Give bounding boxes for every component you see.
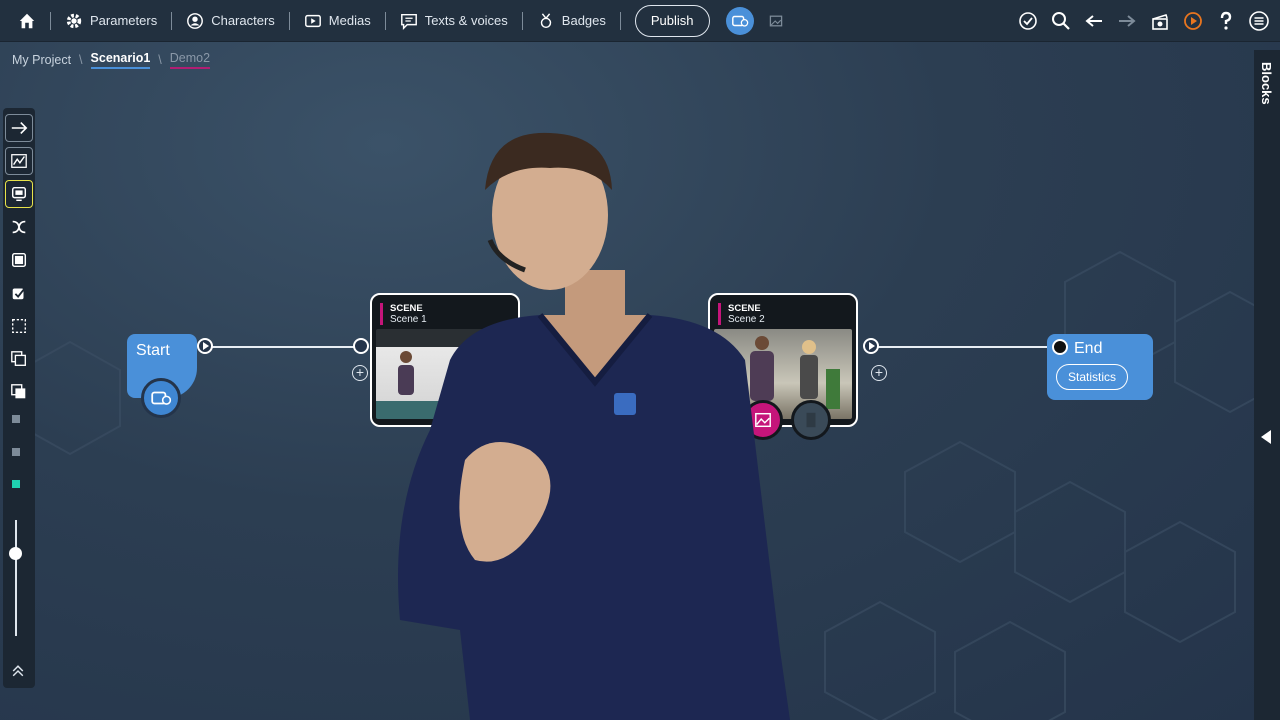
scene1-add-connector[interactable]: + [352, 365, 368, 381]
clapperboard-button[interactable] [1149, 10, 1171, 32]
variable-icon [12, 220, 26, 233]
character-icon [187, 12, 204, 29]
end-input-port[interactable] [1052, 339, 1068, 355]
zoom-slider-handle[interactable] [9, 547, 22, 560]
zoom-slider-track[interactable] [15, 520, 17, 636]
connection-wire [870, 346, 1060, 348]
route-icon [11, 121, 28, 134]
redo-button[interactable] [1116, 10, 1138, 32]
start-node-badge[interactable] [141, 378, 181, 418]
nav-medias-label: Medias [328, 13, 371, 28]
check-circle-icon [1019, 12, 1037, 30]
tool-variable[interactable] [5, 213, 33, 241]
start-node[interactable]: Start [127, 334, 197, 418]
breadcrumb-scenario[interactable]: Scenario1 [90, 51, 151, 69]
tool-chart[interactable] [5, 146, 33, 175]
start-output-port[interactable] [197, 338, 213, 354]
menu-button[interactable] [1248, 10, 1270, 32]
expand-panel-arrow-icon[interactable] [1261, 430, 1271, 444]
play-button[interactable] [1182, 10, 1204, 32]
connection-wire [205, 346, 365, 348]
home-icon [19, 13, 35, 28]
breadcrumb-subscenario[interactable]: Demo2 [169, 51, 211, 69]
tool-paste[interactable] [5, 378, 33, 406]
breadcrumb-separator: \ [158, 53, 162, 67]
search-icon [1052, 12, 1070, 30]
double-chevron-up-icon [12, 665, 24, 677]
tool-navigate[interactable] [5, 113, 33, 142]
texts-icon [400, 13, 417, 30]
play-circle-icon [1184, 12, 1202, 30]
zoom-level-marker [12, 415, 20, 423]
arrow-right-icon [1119, 15, 1136, 27]
line-chart-icon [11, 153, 27, 168]
selection-icon [12, 318, 26, 333]
undo-button[interactable] [1083, 10, 1105, 32]
end-node-label: End [1074, 340, 1103, 357]
nav-badges-label: Badges [561, 13, 606, 28]
tool-select[interactable] [5, 312, 33, 340]
breadcrumb: My Project \ Scenario1 \ Demo2 [12, 51, 211, 69]
tool-check[interactable] [5, 279, 33, 307]
nav-characters[interactable]: Characters [172, 0, 289, 42]
home-button[interactable] [0, 0, 50, 42]
paste-icon [11, 383, 26, 398]
top-right-toolbar [1017, 0, 1270, 42]
scenario-icon [151, 391, 172, 405]
nav-texts-voices-label: Texts & voices [424, 13, 508, 28]
image-icon [769, 15, 782, 26]
frame-icon [11, 252, 27, 267]
tool-scene[interactable] [5, 179, 33, 208]
presenter-avatar [398, 132, 790, 720]
help-button[interactable] [1215, 10, 1237, 32]
scene2-output-port[interactable] [863, 338, 879, 354]
publish-button[interactable]: Publish [634, 4, 710, 37]
question-mark-icon [1220, 11, 1232, 30]
scenario-icon [731, 15, 748, 27]
clapperboard-icon [1152, 14, 1168, 30]
copy-icon [11, 350, 26, 366]
top-navigation-bar: Parameters Characters Medias Texts & voi… [0, 0, 1280, 42]
scenario-mode-button[interactable] [725, 6, 754, 35]
search-button[interactable] [1050, 10, 1072, 32]
nav-texts-voices[interactable]: Texts & voices [386, 0, 522, 42]
statistics-button[interactable]: Statistics [1056, 364, 1128, 390]
scene1-input-port[interactable] [353, 338, 369, 354]
nav-characters-label: Characters [211, 13, 275, 28]
nav-badges[interactable]: Badges [523, 0, 620, 42]
character-icon [806, 412, 816, 428]
arrow-left-icon [1085, 15, 1102, 27]
tool-copy[interactable] [5, 345, 33, 373]
breadcrumb-project[interactable]: My Project [12, 53, 71, 67]
gear-icon [66, 13, 82, 28]
zoom-level-marker [12, 448, 20, 456]
collapse-toolbar-button[interactable] [10, 663, 26, 679]
nav-parameters-label: Parameters [90, 13, 158, 28]
preview-mode-button[interactable] [762, 7, 790, 35]
badge-icon [540, 12, 552, 28]
zoom-level-marker [12, 480, 20, 488]
blocks-panel-label: Blocks [1259, 62, 1274, 105]
nav-parameters[interactable]: Parameters [51, 0, 171, 42]
hamburger-menu-icon [1249, 11, 1269, 31]
blocks-panel[interactable]: Blocks [1254, 50, 1280, 720]
checkbox-icon [12, 286, 27, 299]
nav-medias[interactable]: Medias [290, 0, 385, 42]
nav-separator [619, 11, 621, 30]
tool-frame[interactable] [5, 246, 33, 274]
validate-button[interactable] [1017, 10, 1039, 32]
left-tool-palette [3, 108, 35, 688]
monitor-icon [11, 186, 27, 201]
breadcrumb-separator: \ [79, 53, 83, 67]
scene2-add-connector[interactable]: + [871, 365, 887, 381]
media-icon [304, 14, 321, 27]
start-node-label: Start [136, 342, 170, 359]
